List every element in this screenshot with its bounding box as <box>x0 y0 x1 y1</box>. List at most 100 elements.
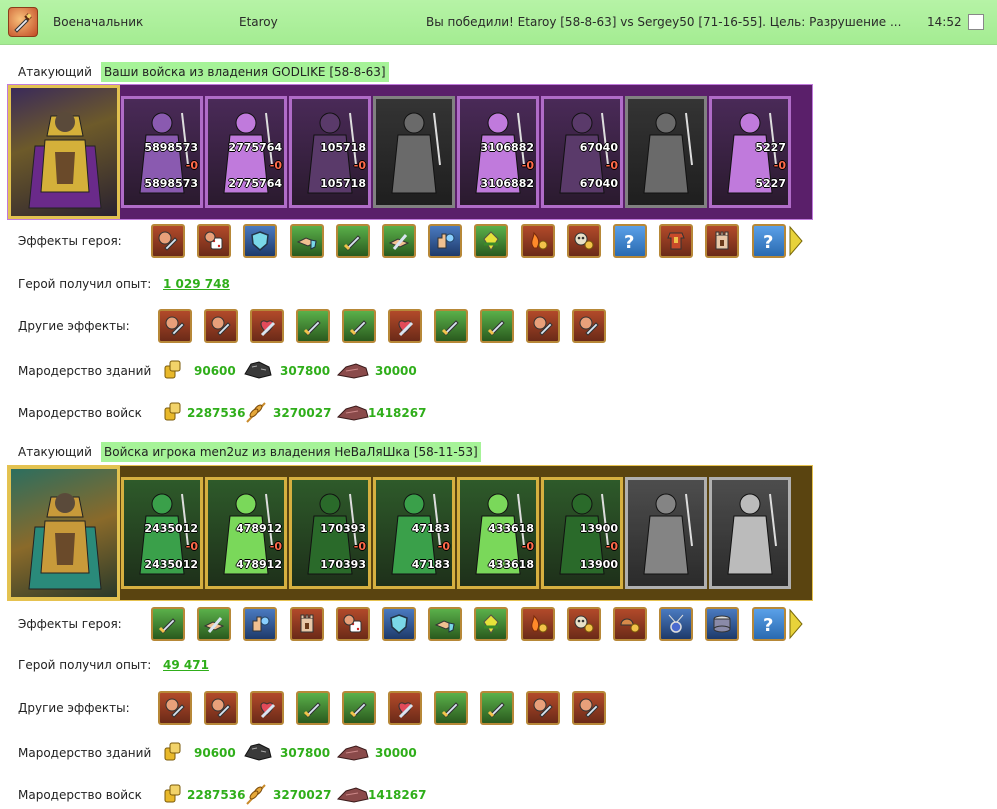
loot-troops-value: 3270027 <box>273 406 332 420</box>
other-effect[interactable] <box>572 691 606 725</box>
other-effect[interactable] <box>388 309 422 343</box>
hero-effect[interactable] <box>566 224 601 258</box>
loot-buildings-value: 30000 <box>375 364 417 378</box>
hero-effect[interactable] <box>520 224 555 258</box>
other-effect[interactable] <box>526 691 560 725</box>
loot-troops-label: Мародерство войск <box>18 788 142 802</box>
unit-slot[interactable]: 5898573 -0 5898573 <box>121 96 203 208</box>
loot-troops-value: 1418267 <box>368 406 427 420</box>
battle-result[interactable]: Вы победили! Etaroy [58-8-63] vs Sergey5… <box>426 15 910 29</box>
other-effect[interactable] <box>480 691 514 725</box>
unit-slot[interactable]: 433618 -0 433618 <box>457 477 539 589</box>
xp-label: Герой получил опыт: <box>18 658 152 672</box>
unit-slot[interactable]: 5227 -0 5227 <box>709 96 791 208</box>
loot-troops-value: 2287536 <box>187 788 246 802</box>
hero-effect[interactable] <box>243 224 278 258</box>
unit-slot[interactable]: 67040 -0 67040 <box>541 96 623 208</box>
unit-slot[interactable] <box>625 96 707 208</box>
other-effect[interactable] <box>204 309 238 343</box>
hero-effect[interactable] <box>566 607 601 641</box>
hero-effect[interactable] <box>289 224 324 258</box>
next-arrow-icon[interactable] <box>789 224 803 258</box>
unit-slot[interactable]: 105718 -0 105718 <box>289 96 371 208</box>
other-effect[interactable] <box>342 691 376 725</box>
hero-effect[interactable]: ? <box>751 224 786 258</box>
unit-slot[interactable]: 13900 -0 13900 <box>541 477 623 589</box>
hero-effect[interactable] <box>613 607 647 641</box>
other-effect[interactable] <box>158 691 192 725</box>
unit-figure <box>636 486 696 585</box>
unit-slot[interactable]: 2435012 -0 2435012 <box>121 477 203 589</box>
unit-slot[interactable] <box>709 477 791 589</box>
hero-effect[interactable] <box>474 224 509 258</box>
hero-effect[interactable] <box>151 607 185 641</box>
loot-buildings-value: 307800 <box>280 364 331 378</box>
hero-effect[interactable] <box>659 607 694 641</box>
hero-effect[interactable]: ? <box>751 607 786 641</box>
hero-effect[interactable] <box>428 607 463 641</box>
unit-remaining: 170393 <box>320 558 366 571</box>
army-strip: 2435012 -0 2435012 478912 -0 478912 1703… <box>7 465 813 601</box>
unit-remaining: 3106882 <box>480 177 534 190</box>
unit-slot[interactable]: 47183 -0 47183 <box>373 477 455 589</box>
unit-loss: -0 <box>521 540 534 553</box>
xp-value[interactable]: 1 029 748 <box>163 277 230 291</box>
unit-loss: -0 <box>605 159 618 172</box>
svg-text:?: ? <box>624 232 634 252</box>
hero-effect[interactable] <box>151 224 185 258</box>
hero-effect[interactable] <box>382 224 416 258</box>
unit-count: 170393 <box>320 522 366 535</box>
ore-icon <box>243 740 273 765</box>
unit-loss: -0 <box>521 159 534 172</box>
hero-effect[interactable] <box>382 607 416 641</box>
hero-effect[interactable] <box>705 224 740 258</box>
unit-slot[interactable]: 3106882 -0 3106882 <box>457 96 539 208</box>
select-checkbox[interactable] <box>968 14 984 30</box>
other-effect[interactable] <box>250 309 284 343</box>
army-name[interactable]: Ваши войска из владения GODLIKE [58-8-63… <box>101 62 389 82</box>
unit-remaining: 2435012 <box>144 558 198 571</box>
army-name[interactable]: Войска игрока men2uz из владения НеВаЛяШ… <box>101 442 481 462</box>
next-arrow-icon[interactable] <box>789 607 803 641</box>
unit-slot[interactable]: 478912 -0 478912 <box>205 477 287 589</box>
hero-portrait[interactable] <box>8 85 120 219</box>
hero-effect[interactable] <box>243 607 278 641</box>
hero-effect[interactable] <box>335 224 370 258</box>
other-effect[interactable] <box>204 691 238 725</box>
other-effect[interactable] <box>296 309 330 343</box>
hero-effect[interactable] <box>705 607 740 641</box>
other-effect[interactable] <box>572 309 606 343</box>
hero-effect[interactable]: ? <box>613 224 647 258</box>
loot-buildings-value: 30000 <box>375 746 417 760</box>
other-effect[interactable] <box>342 309 376 343</box>
hero-effect[interactable] <box>197 224 232 258</box>
other-effect[interactable] <box>526 309 560 343</box>
hero-effect[interactable] <box>474 607 509 641</box>
unit-slot[interactable]: 2775764 -0 2775764 <box>205 96 287 208</box>
hero-effect[interactable] <box>197 607 232 641</box>
hero-effect[interactable] <box>659 224 694 258</box>
unit-slot[interactable] <box>625 477 707 589</box>
loot-buildings-value: 90600 <box>194 364 236 378</box>
other-effect[interactable] <box>158 309 192 343</box>
other-effect[interactable] <box>434 691 468 725</box>
other-effect[interactable] <box>296 691 330 725</box>
other-effect[interactable] <box>480 309 514 343</box>
hero-effect[interactable] <box>289 607 324 641</box>
battle-time: 14:52 <box>927 15 962 29</box>
hero-effect[interactable] <box>428 224 463 258</box>
hero-effect[interactable] <box>520 607 555 641</box>
hero-portrait[interactable] <box>8 466 120 600</box>
loot-troops-value: 3270027 <box>273 788 332 802</box>
gold-coins-icon <box>162 400 184 425</box>
hero-effect[interactable] <box>335 607 370 641</box>
unit-slot[interactable] <box>373 96 455 208</box>
xp-value[interactable]: 49 471 <box>163 658 209 672</box>
svg-text:?: ? <box>763 232 773 252</box>
unit-slot[interactable]: 170393 -0 170393 <box>289 477 371 589</box>
hero-effects-label: Эффекты героя: <box>18 617 122 631</box>
other-effect[interactable] <box>434 309 468 343</box>
other-effect[interactable] <box>250 691 284 725</box>
other-effect[interactable] <box>388 691 422 725</box>
unit-figure <box>384 105 444 204</box>
